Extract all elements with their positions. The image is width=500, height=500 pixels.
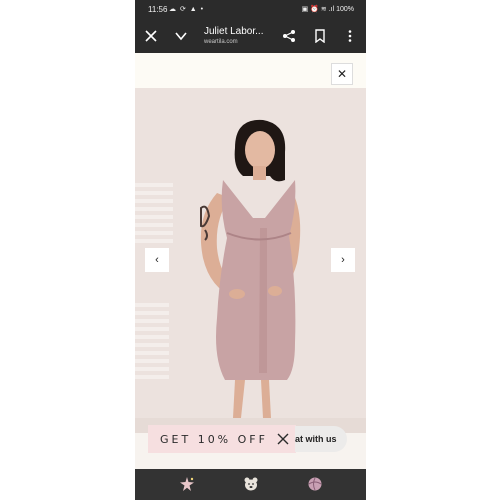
sparkle-star-icon[interactable] [179, 476, 195, 492]
close-icon[interactable] [276, 432, 290, 446]
status-time: 11:56 [148, 5, 168, 14]
share-icon[interactable] [282, 29, 296, 43]
more-vert-icon[interactable] [343, 29, 357, 43]
browser-toolbar: Juliet Labor... weartila.com [135, 20, 366, 53]
bookmark-icon[interactable] [313, 29, 327, 43]
ball-icon[interactable] [307, 476, 323, 492]
page-url: weartila.com [204, 39, 238, 45]
status-icons-right: ▣ ⏰ ≋ .ıl 100% [301, 6, 354, 13]
chat-button[interactable]: at with us [295, 426, 347, 452]
status-bar: 11:56 ☁ ⟳ ▲ • ▣ ⏰ ≋ .ıl 100% [135, 0, 366, 20]
page-title: Juliet Labor... [204, 26, 264, 37]
phone-screen: 11:56 ☁ ⟳ ▲ • ▣ ⏰ ≋ .ıl 100% Juliet Labo… [135, 0, 366, 500]
prev-image-button[interactable]: ‹ [145, 248, 169, 272]
lightbox-header: ✕ [135, 53, 366, 88]
next-image-button[interactable]: › [331, 248, 355, 272]
chat-label: at with us [295, 434, 337, 444]
discount-banner[interactable]: GET 10% OFF [148, 425, 296, 453]
discount-text: GET 10% OFF [160, 432, 268, 446]
bear-icon[interactable] [243, 476, 259, 492]
status-icons-left: ☁ ⟳ ▲ • [169, 6, 205, 13]
close-icon[interactable] [144, 29, 158, 43]
product-image: ‹ › [135, 88, 366, 433]
bottom-navigation [135, 469, 366, 500]
chevron-down-icon[interactable] [174, 29, 188, 43]
close-lightbox-button[interactable]: ✕ [331, 63, 353, 85]
